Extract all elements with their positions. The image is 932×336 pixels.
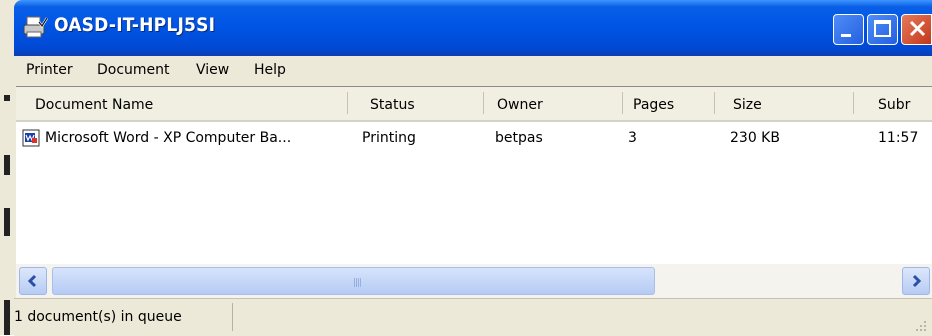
print-queue-window: OASD-IT-HPLJ5SI Printer Document View He… — [14, 0, 932, 336]
menu-bar: Printer Document View Help — [14, 56, 932, 85]
column-pages[interactable]: Pages — [633, 97, 674, 113]
status-divider — [232, 303, 233, 331]
minimize-icon — [841, 34, 851, 37]
column-owner[interactable]: Owner — [497, 97, 543, 113]
cell-pages: 3 — [628, 130, 637, 146]
desktop-edge — [0, 0, 14, 335]
column-divider[interactable] — [714, 92, 715, 114]
table-row[interactable]: Microsoft Word - XP Computer Ba... Print… — [16, 123, 932, 153]
column-divider[interactable] — [483, 92, 484, 114]
scroll-left-button[interactable] — [19, 267, 47, 295]
menu-help[interactable]: Help — [254, 62, 286, 78]
scroll-thumb[interactable]: |||| — [52, 267, 655, 295]
scroll-right-button[interactable] — [902, 267, 930, 295]
desktop-mark — [4, 155, 10, 175]
close-icon — [909, 20, 926, 37]
queue-status-text: 1 document(s) in queue — [14, 309, 182, 325]
column-submitted[interactable]: Subr — [878, 97, 910, 113]
printer-icon — [23, 16, 48, 38]
cell-submitted: 11:57 — [878, 130, 919, 146]
maximize-icon — [874, 20, 891, 37]
title-bar[interactable]: OASD-IT-HPLJ5SI — [14, 0, 932, 56]
resize-grip-icon[interactable] — [912, 317, 928, 333]
horizontal-scrollbar[interactable]: |||| — [16, 264, 932, 298]
column-divider[interactable] — [853, 92, 854, 114]
menu-view[interactable]: View — [196, 62, 229, 78]
word-document-icon — [22, 129, 40, 147]
menu-document[interactable]: Document — [97, 62, 170, 78]
desktop-mark — [4, 208, 10, 236]
cell-document-name: Microsoft Word - XP Computer Ba... — [45, 130, 292, 146]
column-document-name[interactable]: Document Name — [35, 97, 153, 113]
minimize-button[interactable] — [833, 14, 864, 45]
chevron-right-icon — [912, 274, 922, 288]
cell-size: 230 KB — [730, 130, 780, 146]
document-list: Document Name Status Owner Pages Size Su… — [16, 86, 932, 298]
scroll-grip: |||| — [353, 278, 362, 288]
cell-owner: betpas — [495, 130, 543, 146]
desktop-mark — [4, 95, 10, 101]
window-title: OASD-IT-HPLJ5SI — [54, 14, 216, 36]
column-status[interactable]: Status — [370, 97, 415, 113]
column-divider[interactable] — [347, 92, 348, 114]
status-bar: 1 document(s) in queue — [14, 298, 932, 336]
column-divider[interactable] — [622, 92, 623, 114]
desktop-mark — [4, 300, 10, 335]
chevron-left-icon — [27, 274, 37, 288]
menu-printer[interactable]: Printer — [26, 62, 73, 78]
column-size[interactable]: Size — [733, 97, 762, 113]
maximize-button[interactable] — [867, 14, 898, 45]
cell-status: Printing — [362, 130, 416, 146]
close-button[interactable] — [901, 14, 932, 45]
list-header: Document Name Status Owner Pages Size Su… — [16, 87, 932, 122]
